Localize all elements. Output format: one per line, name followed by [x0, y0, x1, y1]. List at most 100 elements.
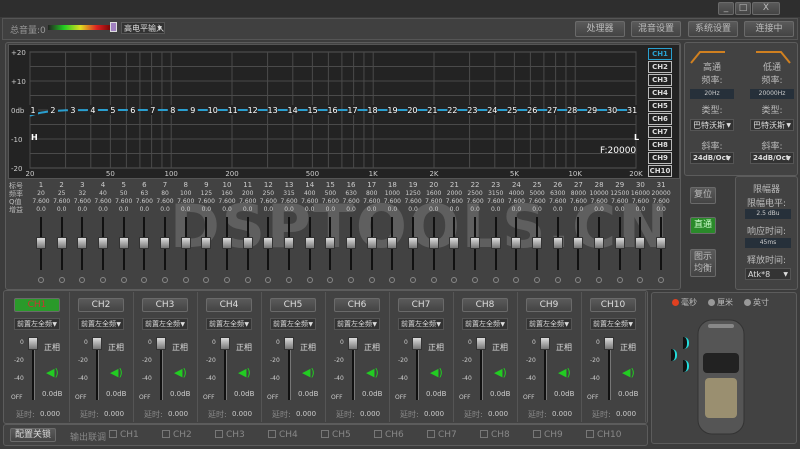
speaker-mute-icon[interactable]: ◀): [494, 366, 507, 379]
band-gain[interactable]: 0.0: [52, 206, 72, 213]
speaker-mute-icon[interactable]: ◀): [238, 366, 251, 379]
eq-channel-ch8[interactable]: CH8: [648, 139, 672, 151]
eq-channel-ch4[interactable]: CH4: [648, 87, 672, 99]
link-checkbox-ch9[interactable]: CH9: [533, 430, 563, 440]
band-slider-thumb[interactable]: [325, 237, 336, 249]
output-source-select[interactable]: 前置左全频: [462, 318, 508, 330]
band-gain[interactable]: 0.0: [93, 206, 113, 213]
eq-channel-ch6[interactable]: CH6: [648, 113, 672, 125]
band-gain[interactable]: 0.0: [548, 206, 568, 213]
unit-radio-2[interactable]: 英寸: [744, 297, 769, 308]
band-slider-thumb[interactable]: [242, 237, 253, 249]
link-checkbox-ch2[interactable]: CH2: [162, 430, 192, 440]
band-marker[interactable]: 23: [467, 106, 477, 115]
speaker-mute-icon[interactable]: ◀): [366, 366, 379, 379]
band-freq[interactable]: 250: [258, 190, 278, 197]
toolbar-button-0[interactable]: 处理器: [575, 21, 625, 37]
link-checkbox-ch7[interactable]: CH7: [427, 430, 457, 440]
band-freq[interactable]: 1250: [403, 190, 423, 197]
band-gain[interactable]: 0.0: [238, 206, 258, 213]
phase-toggle[interactable]: 正相: [236, 342, 252, 353]
band-reset-dot[interactable]: [492, 277, 499, 283]
band-slider-thumb[interactable]: [98, 237, 108, 249]
output-channel-button[interactable]: CH2: [78, 298, 124, 312]
band-marker[interactable]: 18: [367, 106, 377, 115]
band-marker[interactable]: 13: [268, 106, 278, 115]
link-checkbox-ch6[interactable]: CH6: [374, 430, 404, 440]
band-slider-thumb[interactable]: [222, 237, 233, 249]
output-fader-thumb[interactable]: [476, 337, 486, 350]
band-marker[interactable]: 3: [70, 106, 75, 115]
band-gain[interactable]: 0.0: [114, 206, 134, 213]
output-fader-thumb[interactable]: [348, 337, 358, 350]
band-gain[interactable]: 0.0: [424, 206, 444, 213]
band-q[interactable]: 7.600: [71, 198, 93, 205]
band-reset-dot[interactable]: [348, 277, 355, 283]
band-q[interactable]: 7.600: [361, 198, 383, 205]
speaker-mute-icon[interactable]: ◀): [622, 366, 635, 379]
band-q[interactable]: 7.600: [650, 198, 672, 205]
link-checkbox-ch5[interactable]: CH5: [321, 430, 351, 440]
delay-value[interactable]: 0.000: [104, 410, 124, 418]
band-freq[interactable]: 80: [155, 190, 175, 197]
band-gain[interactable]: 0.0: [486, 206, 506, 213]
band-q[interactable]: 7.600: [423, 198, 445, 205]
output-source-select[interactable]: 前置左全频: [270, 318, 316, 330]
band-marker[interactable]: 28: [567, 106, 577, 115]
band-slider-thumb[interactable]: [614, 237, 625, 249]
band-freq[interactable]: 50: [114, 190, 134, 197]
delay-value[interactable]: 0.000: [296, 410, 316, 418]
phase-toggle[interactable]: 正相: [108, 342, 124, 353]
band-reset-dot[interactable]: [100, 277, 106, 283]
output-channel-button[interactable]: CH10: [590, 298, 636, 312]
band-reset-dot[interactable]: [58, 277, 65, 283]
band-slider-thumb[interactable]: [573, 237, 584, 249]
checkbox-box[interactable]: [321, 430, 329, 438]
checkbox-box[interactable]: [268, 430, 276, 438]
band-q[interactable]: 7.600: [216, 198, 238, 205]
output-fader-thumb[interactable]: [540, 337, 550, 350]
band-reset-dot[interactable]: [38, 277, 44, 283]
band-q[interactable]: 7.600: [381, 198, 403, 205]
band-marker[interactable]: 29: [587, 106, 597, 115]
eq-channel-ch2[interactable]: CH2: [648, 61, 672, 73]
band-q[interactable]: 7.600: [51, 198, 73, 205]
band-marker[interactable]: 4: [90, 106, 95, 115]
band-marker[interactable]: 21: [427, 106, 437, 115]
close-button[interactable]: X: [752, 2, 780, 15]
band-gain[interactable]: 0.0: [403, 206, 423, 213]
band-freq[interactable]: 1600: [424, 190, 444, 197]
band-freq[interactable]: 8000: [568, 190, 588, 197]
delay-value[interactable]: 0.000: [424, 410, 444, 418]
limiter-attack-field[interactable]: 45ms: [745, 238, 791, 248]
output-channel-button[interactable]: CH4: [206, 298, 252, 312]
delay-value[interactable]: 0.000: [552, 410, 572, 418]
maximize-button[interactable]: □: [735, 2, 751, 15]
band-gain[interactable]: 0.0: [320, 206, 340, 213]
band-slider-thumb[interactable]: [428, 237, 439, 249]
band-marker[interactable]: 20: [407, 106, 417, 115]
highpass-type-select[interactable]: 巴特沃斯: [690, 119, 734, 131]
output-source-select[interactable]: 前置左全频: [78, 318, 124, 330]
checkbox-box[interactable]: [586, 430, 594, 438]
band-marker[interactable]: 16: [327, 106, 337, 115]
config-lock-button[interactable]: 配置关锁: [10, 428, 56, 442]
reset-button[interactable]: 复位: [690, 187, 716, 204]
band-q[interactable]: 7.600: [133, 198, 155, 205]
band-freq[interactable]: 25: [52, 190, 72, 197]
band-freq[interactable]: 315: [279, 190, 299, 197]
band-reset-dot[interactable]: [162, 277, 169, 283]
band-marker[interactable]: 22: [447, 106, 457, 115]
output-fader-thumb[interactable]: [220, 337, 230, 350]
band-freq[interactable]: 100: [176, 190, 196, 197]
eq-channel-ch7[interactable]: CH7: [648, 126, 672, 138]
phase-toggle[interactable]: 正相: [428, 342, 444, 353]
output-source-select[interactable]: 前置左全频: [398, 318, 444, 330]
band-slider-thumb[interactable]: [180, 237, 191, 249]
phase-toggle[interactable]: 正相: [172, 342, 188, 353]
band-slider-thumb[interactable]: [470, 237, 481, 249]
band-marker[interactable]: 1: [30, 106, 35, 115]
output-fader-thumb[interactable]: [604, 337, 614, 350]
band-marker[interactable]: 30: [607, 106, 617, 115]
band-q[interactable]: 7.600: [443, 198, 465, 205]
